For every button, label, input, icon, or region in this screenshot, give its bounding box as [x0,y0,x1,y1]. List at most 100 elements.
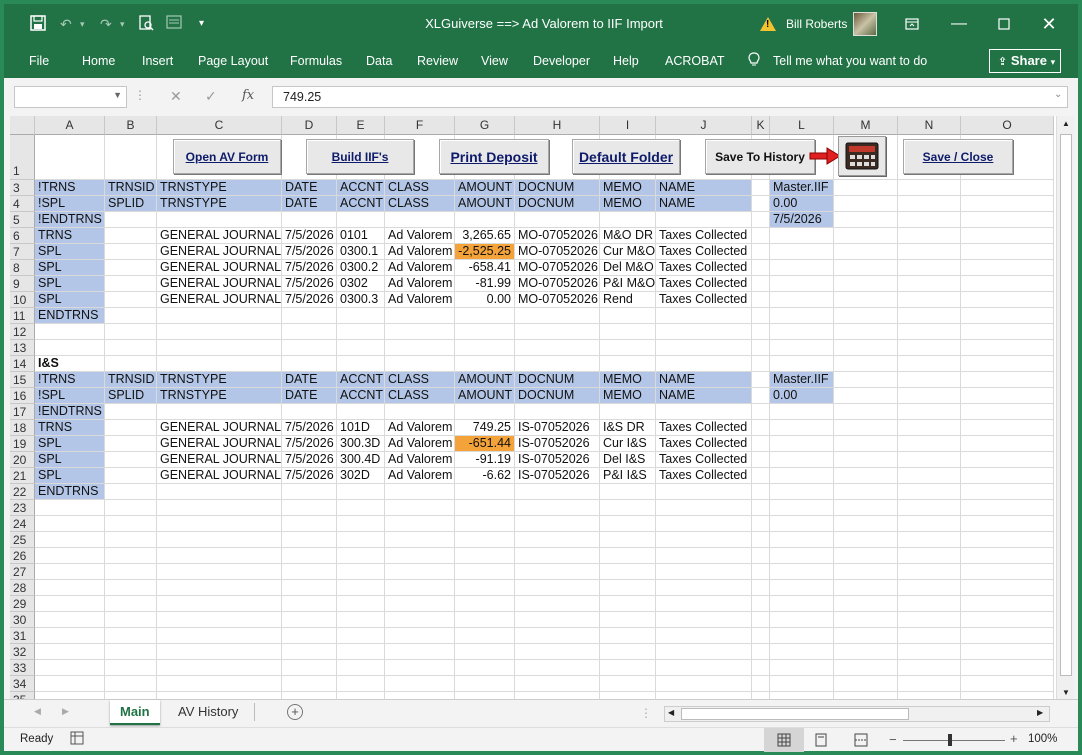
cell-c18[interactable]: GENERAL JOURNAL [157,420,282,436]
cell-e34[interactable] [337,676,385,692]
cell-g29[interactable] [455,596,515,612]
cell-j31[interactable] [656,628,752,644]
cell-h9[interactable]: MO-07052026 [515,276,600,292]
cell-j35[interactable] [656,692,752,699]
cell-h26[interactable] [515,548,600,564]
cell-g30[interactable] [455,612,515,628]
cell-i18[interactable]: I&S DR [600,420,656,436]
cell-m17[interactable] [834,404,898,420]
cell-c13[interactable] [157,340,282,356]
cell-n22[interactable] [898,484,961,500]
cell-l16[interactable]: 0.00 [770,388,834,404]
cell-b17[interactable] [105,404,157,420]
user-name[interactable]: Bill Roberts [786,17,847,31]
row-header-5[interactable]: 5 [10,212,35,228]
row-header-3[interactable]: 3 [10,180,35,196]
cell-o32[interactable] [961,644,1054,660]
cell-b12[interactable] [105,324,157,340]
cell-f22[interactable] [385,484,455,500]
cell-d9[interactable]: 7/5/2026 [282,276,337,292]
cell-d18[interactable]: 7/5/2026 [282,420,337,436]
tab-file[interactable]: File [29,54,49,68]
cell-g7[interactable]: -2,525.25 [455,244,515,260]
formula-input[interactable]: 749.25 [272,86,1068,108]
cell-e32[interactable] [337,644,385,660]
scroll-right-icon[interactable]: ▶ [1037,708,1043,717]
cell-j26[interactable] [656,548,752,564]
cell-n10[interactable] [898,292,961,308]
cell-n31[interactable] [898,628,961,644]
cell-b29[interactable] [105,596,157,612]
cell-i24[interactable] [600,516,656,532]
cell-d17[interactable] [282,404,337,420]
cell-d19[interactable]: 7/5/2026 [282,436,337,452]
cell-l7[interactable] [770,244,834,260]
cell-n11[interactable] [898,308,961,324]
cell-o21[interactable] [961,468,1054,484]
cell-m5[interactable] [834,212,898,228]
cell-k8[interactable] [752,260,770,276]
cell-d29[interactable] [282,596,337,612]
cell-a5[interactable]: !ENDTRNS [35,212,105,228]
cell-n21[interactable] [898,468,961,484]
cell-c14[interactable] [157,356,282,372]
cell-e16[interactable]: ACCNT [337,388,385,404]
default-folder-button[interactable]: Default Folder [572,139,680,174]
cell-l21[interactable] [770,468,834,484]
cell-i21[interactable]: P&I I&S [600,468,656,484]
cell-m35[interactable] [834,692,898,699]
cell-g16[interactable]: AMOUNT [455,388,515,404]
cell-m28[interactable] [834,580,898,596]
avatar[interactable] [853,12,877,36]
cell-j12[interactable] [656,324,752,340]
cell-o18[interactable] [961,420,1054,436]
cell-c20[interactable]: GENERAL JOURNAL [157,452,282,468]
cell-n14[interactable] [898,356,961,372]
cell-j23[interactable] [656,500,752,516]
cell-d35[interactable] [282,692,337,699]
cell-c22[interactable] [157,484,282,500]
row-header-12[interactable]: 12 [10,324,35,340]
cell-o29[interactable] [961,596,1054,612]
cell-a13[interactable] [35,340,105,356]
cell-d13[interactable] [282,340,337,356]
cancel-icon[interactable]: ✕ [170,88,182,105]
row-header-29[interactable]: 29 [10,596,35,612]
cell-j30[interactable] [656,612,752,628]
vertical-scroll-thumb[interactable] [1060,134,1072,676]
cell-c35[interactable] [157,692,282,699]
calculator-button[interactable] [838,136,886,176]
cell-f12[interactable] [385,324,455,340]
cell-o26[interactable] [961,548,1054,564]
row-header-34[interactable]: 34 [10,676,35,692]
cell-i35[interactable] [600,692,656,699]
cell-n15[interactable] [898,372,961,388]
cell-n5[interactable] [898,212,961,228]
cell-f14[interactable] [385,356,455,372]
cell-f31[interactable] [385,628,455,644]
save-icon[interactable] [30,15,46,33]
cell-m15[interactable] [834,372,898,388]
cell-a27[interactable] [35,564,105,580]
cell-h31[interactable] [515,628,600,644]
cell-c30[interactable] [157,612,282,628]
cell-e26[interactable] [337,548,385,564]
cell-h17[interactable] [515,404,600,420]
cell-c34[interactable] [157,676,282,692]
cell-l26[interactable] [770,548,834,564]
cell-f18[interactable]: Ad Valorem [385,420,455,436]
cell-b27[interactable] [105,564,157,580]
cell-b15[interactable]: TRNSID [105,372,157,388]
cell-n25[interactable] [898,532,961,548]
cell-m29[interactable] [834,596,898,612]
cell-g28[interactable] [455,580,515,596]
cell-d14[interactable] [282,356,337,372]
column-header-h[interactable]: H [515,116,600,135]
cell-m23[interactable] [834,500,898,516]
cell-n4[interactable] [898,196,961,212]
cell-g33[interactable] [455,660,515,676]
cell-e28[interactable] [337,580,385,596]
cell-b23[interactable] [105,500,157,516]
column-header-d[interactable]: D [282,116,337,135]
cell-h10[interactable]: MO-07052026 [515,292,600,308]
